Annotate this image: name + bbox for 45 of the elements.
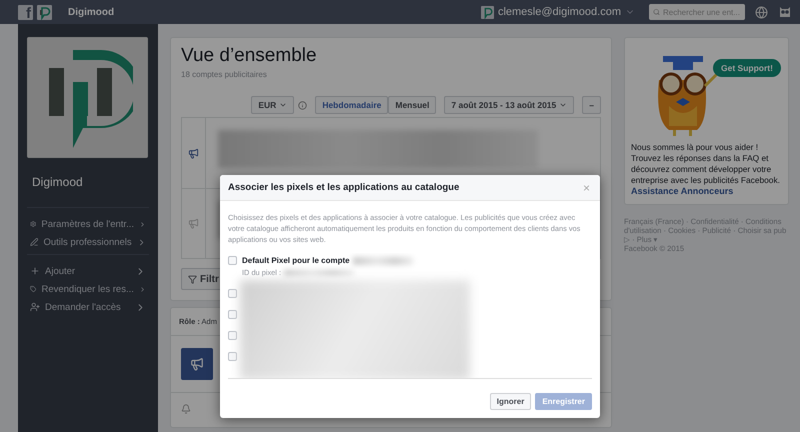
checkbox[interactable]: [228, 331, 237, 340]
checkbox[interactable]: [228, 352, 237, 361]
checkbox[interactable]: [228, 256, 237, 265]
checkbox[interactable]: [228, 310, 237, 319]
page-name[interactable]: Digimood: [68, 6, 114, 18]
close-button[interactable]: ×: [580, 180, 592, 194]
facebook-logo[interactable]: f: [18, 4, 33, 20]
gear-icon: [30, 219, 36, 229]
dialog-title: Associer les pixels et les applications au catalogue: [228, 182, 460, 193]
support-text: Nous sommes là pour vous aider ! Trouvez les réponses dans la FAQ et découvrez comment développer votre entreprise avec les publicités Facebook.: [631, 142, 781, 186]
sidebar-item[interactable]: Demander l'accès: [27, 298, 149, 316]
tag-icon: [30, 284, 36, 294]
account-email[interactable]: clemesle@digimood.com: [498, 6, 621, 18]
redacted-text: [352, 256, 413, 264]
sidebar-item[interactable]: Paramètres de l'entr...: [27, 215, 149, 233]
owl-icon[interactable]: [778, 5, 792, 19]
subtitle: 18 comptes publicitaires: [180, 69, 268, 79]
sidebar-item[interactable]: Revendiquer les res...: [27, 280, 149, 298]
period-tab[interactable]: Mensuel: [388, 96, 436, 114]
company-name: Digimood: [32, 175, 84, 189]
info-icon[interactable]: [298, 100, 308, 110]
page-logo-icon[interactable]: [37, 4, 52, 20]
currency-dropdown[interactable]: EUR: [251, 96, 294, 114]
support-bubble[interactable]: Get Support!: [713, 59, 781, 77]
sidebar-item[interactable]: Ajouter: [27, 262, 149, 280]
date-range-dropdown[interactable]: 7 août 2015 - 13 août 2015: [444, 96, 574, 114]
bell-icon[interactable]: [181, 404, 191, 414]
page-title: Vue d’ensemble: [180, 44, 318, 67]
pixel-name: Default Pixel pour le compte: [242, 256, 350, 265]
period-tab[interactable]: Hebdomadaire: [315, 96, 388, 114]
page-logo-icon[interactable]: [480, 6, 494, 18]
dialog-button[interactable]: Ignorer: [490, 392, 532, 410]
checkbox[interactable]: [228, 289, 237, 298]
pen-icon: [30, 237, 38, 247]
caret-icon: [559, 101, 568, 109]
sidebar-item[interactable]: Outils professionnels: [27, 233, 149, 251]
filter-icon: [188, 274, 197, 284]
support-link[interactable]: Assistance Annonceurs: [631, 186, 782, 196]
collapse-button[interactable]: –: [582, 96, 601, 114]
search-icon: [653, 8, 660, 16]
globe-icon[interactable]: [755, 6, 768, 18]
megaphone-icon: [190, 357, 204, 371]
person-icon: [30, 302, 40, 312]
plus-icon: [30, 266, 40, 276]
caret-icon: [279, 101, 288, 109]
